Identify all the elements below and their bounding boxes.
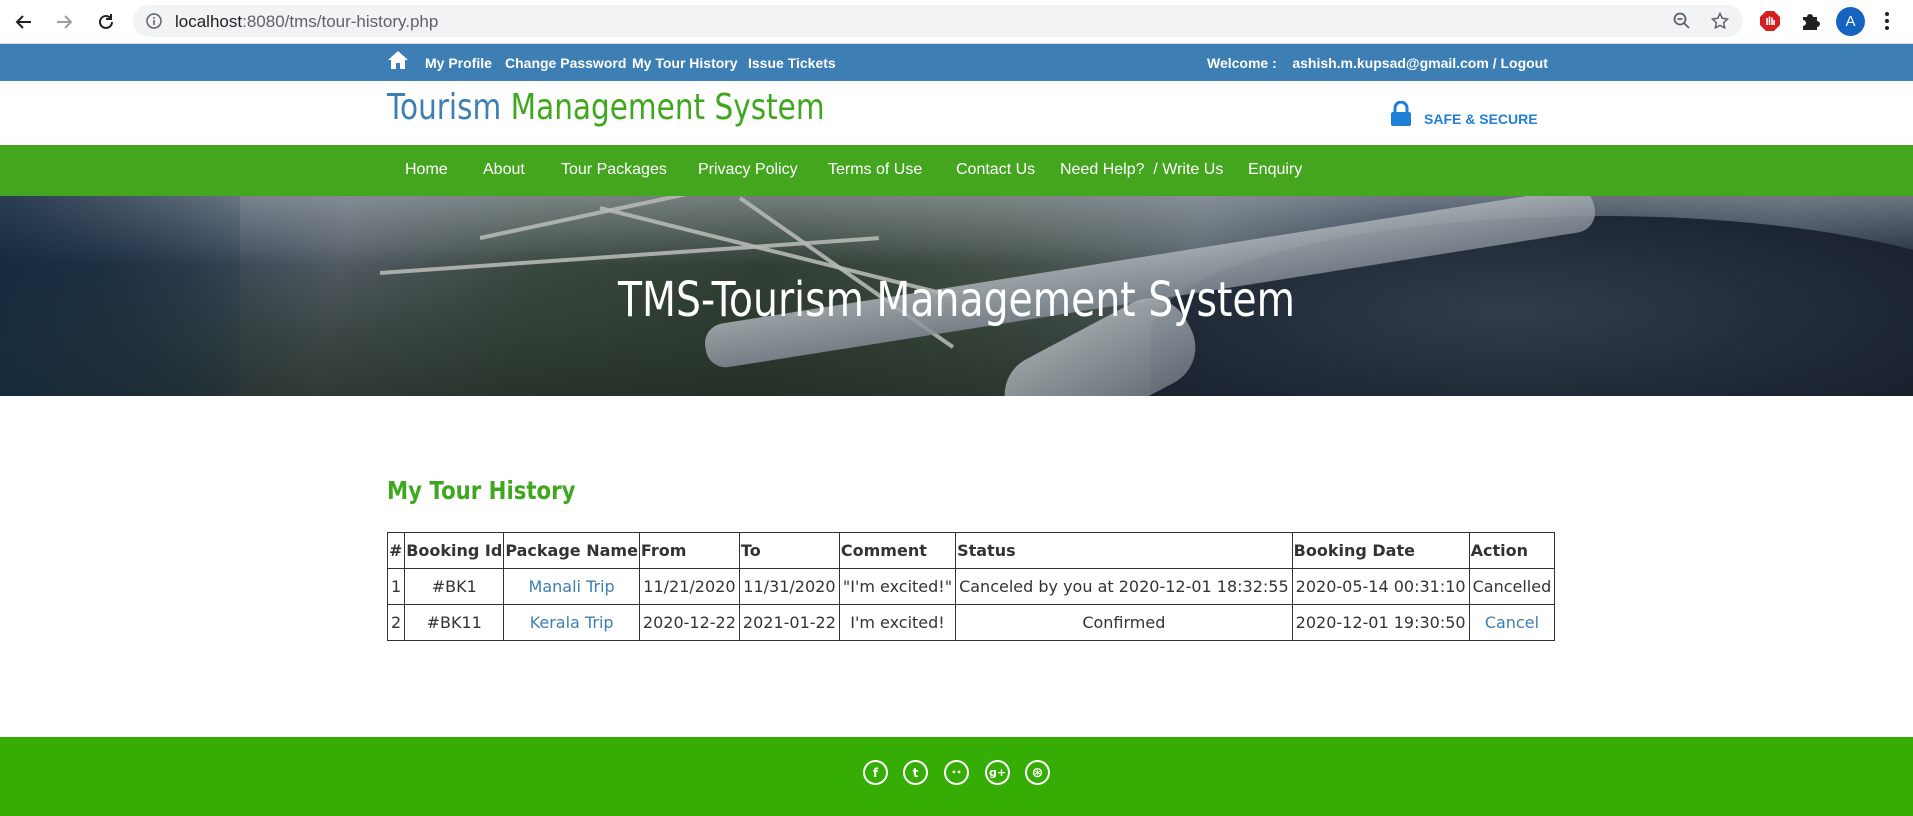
site-logo[interactable]: Tourism Management System [387, 87, 825, 128]
col-header-to: To [738, 532, 840, 569]
site-footer: f t •• g+ ⊛ [0, 737, 1913, 816]
banner-title: TMS-Tourism Management System [617, 272, 1295, 328]
cell-to: 2021-01-22 [738, 604, 840, 641]
main-navigation: Home About Tour Packages Privacy Policy … [0, 145, 1913, 196]
site-info-icon[interactable] [146, 13, 162, 34]
google-plus-icon[interactable]: g+ [985, 760, 1010, 785]
nav-contact-us[interactable]: Contact Us [956, 161, 1035, 179]
url-text: localhost:8080/tms/tour-history.php [175, 12, 438, 32]
my-tour-history-link[interactable]: My Tour History [632, 55, 738, 71]
address-bar[interactable]: localhost:8080/tms/tour-history.php [133, 5, 1743, 37]
flickr-icon[interactable]: •• [944, 760, 969, 785]
nav-need-help-write-us[interactable]: Need Help? / Write Us [1060, 161, 1223, 179]
issue-tickets-link[interactable]: Issue Tickets [748, 55, 836, 71]
col-header-from: From [638, 532, 740, 569]
forward-arrow-icon[interactable] [52, 10, 76, 34]
page-title: My Tour History [387, 476, 576, 505]
zoom-icon[interactable] [1673, 12, 1691, 35]
nav-terms-of-use[interactable]: Terms of Use [828, 161, 922, 179]
profile-avatar[interactable]: A [1836, 7, 1865, 36]
cell-comment: I'm excited! [838, 604, 957, 641]
package-link[interactable]: Manali Trip [503, 568, 640, 605]
bookmark-star-icon[interactable] [1710, 11, 1730, 35]
table-header-row: # Booking Id Package Name From To Commen… [386, 532, 1556, 569]
dribbble-icon[interactable]: ⊛ [1025, 760, 1050, 785]
nav-privacy-policy[interactable]: Privacy Policy [698, 161, 798, 179]
welcome-logout[interactable]: Welcome : ashish.m.kupsad@gmail.com / Lo… [1207, 55, 1548, 71]
col-header-status: Status [955, 532, 1293, 569]
col-header-index: # [386, 532, 406, 569]
back-arrow-icon[interactable] [12, 10, 36, 34]
cell-booking-id: #BK11 [404, 604, 505, 641]
browser-menu-icon[interactable] [1884, 10, 1890, 37]
tour-history-table: # Booking Id Package Name From To Commen… [386, 532, 1556, 641]
cell-booking-id: #BK1 [404, 568, 505, 605]
nav-about[interactable]: About [483, 161, 525, 179]
cell-to: 11/31/2020 [738, 568, 840, 605]
col-header-action: Action [1468, 532, 1556, 569]
nav-tour-packages[interactable]: Tour Packages [561, 161, 667, 179]
cell-comment: "I'm excited!" [838, 568, 957, 605]
site-header: Tourism Management System SAFE & SECURE [0, 81, 1913, 145]
facebook-icon[interactable]: f [863, 760, 888, 785]
package-link[interactable]: Kerala Trip [503, 604, 640, 641]
home-icon[interactable] [387, 50, 409, 75]
hero-banner: TMS-Tourism Management System [0, 196, 1913, 396]
cell-index: 2 [386, 604, 406, 641]
twitter-icon[interactable]: t [903, 760, 928, 785]
table-row: 2 #BK11 Kerala Trip 2020-12-22 2021-01-2… [386, 604, 1556, 641]
top-user-bar: My Profile Change Password My Tour Histo… [0, 44, 1913, 81]
safe-secure-badge: SAFE & SECURE [1390, 101, 1538, 127]
cell-status: Confirmed [955, 604, 1293, 641]
adblock-extension-icon[interactable] [1759, 10, 1781, 37]
cell-status: Canceled by you at 2020-12-01 18:32:55 [955, 568, 1293, 605]
browser-toolbar: localhost:8080/tms/tour-history.php A [0, 0, 1913, 44]
col-header-comment: Comment [838, 532, 957, 569]
cancel-booking-link[interactable]: Cancel [1468, 604, 1556, 641]
cell-booking-date: 2020-05-14 00:31:10 [1291, 568, 1470, 605]
my-profile-link[interactable]: My Profile [425, 55, 492, 71]
url-path: :8080/tms/tour-history.php [242, 12, 439, 31]
nav-home[interactable]: Home [405, 161, 448, 179]
logo-text-management-system: Management System [510, 87, 825, 128]
table-row: 1 #BK1 Manali Trip 11/21/2020 11/31/2020… [386, 568, 1556, 605]
extensions-puzzle-icon[interactable] [1799, 10, 1821, 37]
col-header-package-name: Package Name [503, 532, 640, 569]
logo-text-tourism: Tourism [387, 87, 502, 128]
safe-secure-label: SAFE & SECURE [1424, 111, 1538, 127]
col-header-booking-date: Booking Date [1291, 532, 1470, 569]
cell-booking-date: 2020-12-01 19:30:50 [1291, 604, 1470, 641]
cell-action-status: Cancelled [1468, 568, 1556, 605]
change-password-link[interactable]: Change Password [505, 55, 626, 71]
cell-from: 11/21/2020 [638, 568, 740, 605]
cell-from: 2020-12-22 [638, 604, 740, 641]
col-header-booking-id: Booking Id [404, 532, 505, 569]
lock-icon [1391, 101, 1411, 126]
nav-enquiry[interactable]: Enquiry [1248, 161, 1302, 179]
url-host: localhost [175, 12, 243, 31]
cell-index: 1 [386, 568, 406, 605]
reload-icon[interactable] [94, 10, 118, 34]
